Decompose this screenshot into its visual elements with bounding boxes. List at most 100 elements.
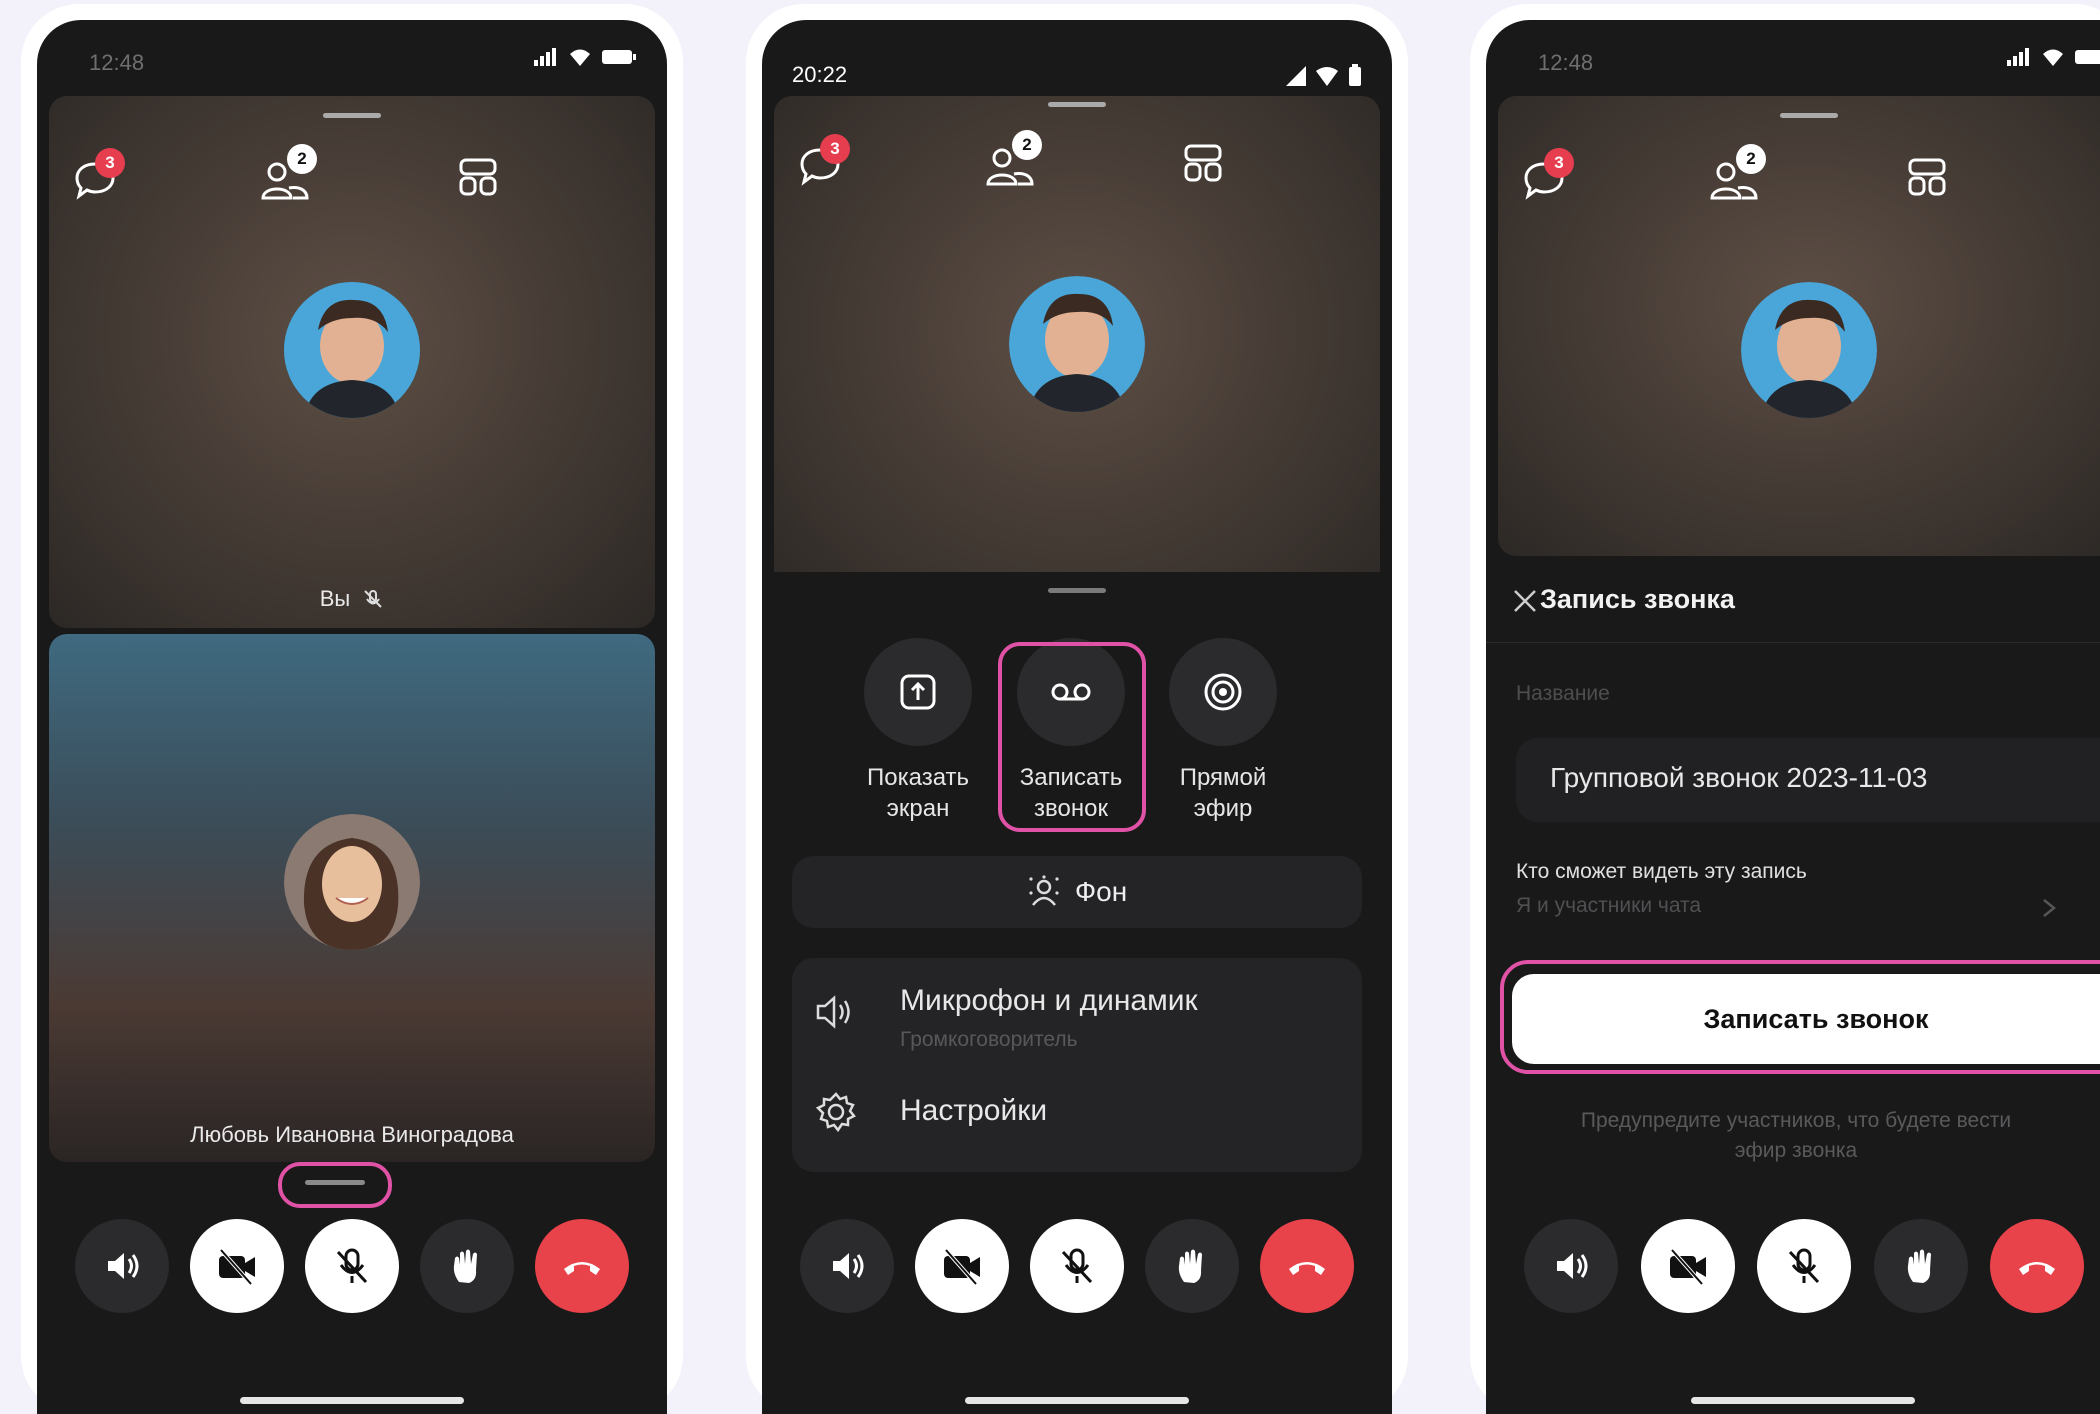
call-screen: 20:22 3 2 Показать экран Записать звонок… [762,20,1392,1414]
visibility-value[interactable]: Я и участники чата [1516,894,1701,918]
battery-icon [602,50,636,64]
background-label: Фон [1074,876,1128,907]
raise-hand-button[interactable] [1873,1219,1968,1313]
phone-options-view: 20:22 3 2 Показать экран Записать звонок… [746,4,1408,1414]
mic-button[interactable] [1030,1219,1124,1313]
video-tile[interactable]: 3 2 [1498,96,2100,556]
end-call-button[interactable] [1260,1219,1354,1313]
mic-off-icon [1788,1248,1820,1284]
mic-button[interactable] [1757,1219,1851,1313]
wifi-icon [2043,49,2063,66]
layout-grid-icon[interactable] [1906,156,1948,198]
end-call-button[interactable] [1990,1219,2084,1313]
name-label: Название [1516,682,1610,705]
record-warning: Предупредите участников, что будете вест… [1526,1106,2066,1166]
layout-grid-icon[interactable] [1182,142,1224,184]
avatar [1741,282,1877,418]
self-video-tile[interactable]: 3 2 Вы [49,96,655,628]
status-bar: 12:48 [1486,34,2100,75]
warning-line-1: Предупредите участников, что будете вест… [1580,1109,2012,1132]
status-time: 12:48 [1538,50,1594,75]
signal-icon [2007,48,2029,66]
camera-button[interactable] [190,1219,284,1313]
status-time: 20:22 [792,62,848,87]
chevron-right-icon[interactable] [2042,898,2056,918]
share-screen-label-2: экран [886,795,950,822]
share-screen-option[interactable]: Показать экран [843,638,993,824]
settings-label[interactable]: Настройки [900,1094,1047,1128]
end-call-icon [564,1262,600,1275]
call-controls [1524,1218,2084,1314]
live-stream-label-1: Прямой [1179,764,1267,791]
call-screen: 12:48 3 2 Вы Любовь Ивановна Виноградова [37,20,667,1414]
remote-name: Любовь Ивановна Виноградова [190,1122,514,1147]
end-call-button[interactable] [535,1219,629,1313]
participants-badge: 2 [287,144,317,174]
call-screen: 12:48 3 2 Запись звонка Название Группов… [1486,20,2100,1414]
close-icon[interactable] [1512,588,1538,614]
video-tile[interactable]: 3 2 [774,96,1380,616]
name-value: Групповой звонок 2023-11-03 [1550,762,1928,793]
share-screen-label-1: Показать [866,764,970,791]
speaker-icon [108,1253,139,1279]
speaker-button[interactable] [1524,1219,1618,1313]
warning-line-2: эфир звонка [1734,1139,1858,1162]
background-icon [1029,875,1059,906]
layout-grid-icon[interactable] [457,156,499,198]
raise-hand-button[interactable] [420,1219,514,1313]
chat-badge: 3 [95,148,125,178]
participants-badge: 2 [1736,144,1766,174]
mic-muted-icon [364,590,383,608]
name-input[interactable]: Групповой звонок 2023-11-03 [1516,738,2100,822]
end-call-icon [1289,1262,1325,1275]
share-screen-icon [900,674,936,710]
live-icon [1204,673,1242,711]
status-icons [2006,48,2100,66]
mic-button[interactable] [305,1219,399,1313]
self-avatar [284,282,420,418]
chat-badge: 3 [1544,148,1574,178]
avatar [1009,276,1145,412]
speaker-button[interactable] [75,1219,169,1313]
mic-speaker-subtitle: Громкоговоритель [900,1028,1078,1051]
highlight-handle [278,1162,392,1208]
camera-off-icon [1669,1248,1706,1286]
camera-button[interactable] [915,1219,1009,1313]
speaker-outline-icon [816,995,850,1029]
self-label-row: Вы [49,586,655,612]
drag-handle[interactable] [1048,102,1106,107]
sheet-title: Запись звонка [1540,584,1735,614]
sheet-handle[interactable] [1048,588,1106,593]
live-stream-option[interactable]: Прямой эфир [1148,638,1298,824]
background-button[interactable]: Фон [792,856,1362,928]
status-bar: 12:48 [37,34,667,75]
live-stream-label-2: эфир [1193,795,1253,822]
speaker-button[interactable] [800,1219,894,1313]
raise-hand-icon [453,1249,477,1283]
drag-handle[interactable] [323,113,381,118]
audio-settings-card: Микрофон и динамик Громкоговоритель Наст… [792,958,1362,1172]
signal-icon [534,48,556,66]
status-time: 12:48 [89,50,145,75]
phone-record-view: 12:48 3 2 Запись звонка Название Группов… [1470,4,2100,1414]
battery-icon [2075,50,2100,64]
mic-off-icon [336,1248,368,1284]
call-controls [800,1218,1354,1314]
drag-handle[interactable] [1780,113,1838,118]
raise-hand-button[interactable] [1145,1219,1239,1313]
raise-hand-icon [1178,1249,1202,1283]
raise-hand-icon [1907,1249,1931,1283]
wifi-icon [570,49,590,66]
wifi-icon [1316,67,1338,86]
phone-call-view: 12:48 3 2 Вы Любовь Ивановна Виноградова [21,4,683,1414]
camera-off-icon [219,1248,255,1286]
self-label: Вы [319,586,351,611]
mic-speaker-title[interactable]: Микрофон и динамик [900,984,1198,1018]
status-bar: 20:22 [762,34,1392,87]
battery-icon [1349,64,1361,86]
bottom-sheet-handle[interactable] [305,1180,365,1185]
chat-badge: 3 [820,134,850,164]
visibility-label: Кто сможет видеть эту запись [1516,860,1807,883]
camera-button[interactable] [1640,1219,1735,1313]
remote-video-tile[interactable]: Любовь Ивановна Виноградова [49,634,655,1162]
